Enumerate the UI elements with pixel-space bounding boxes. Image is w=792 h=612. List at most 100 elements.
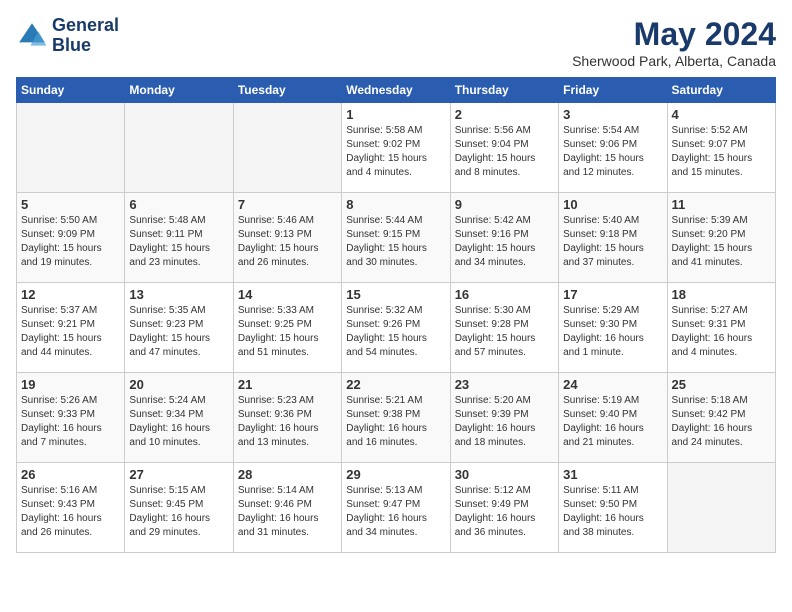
calendar-cell: 16 Sunrise: 5:30 AM Sunset: 9:28 PM Dayli… xyxy=(450,283,558,373)
calendar-cell: 28 Sunrise: 5:14 AM Sunset: 9:46 PM Dayli… xyxy=(233,463,341,553)
month-title: May 2024 xyxy=(572,16,776,53)
calendar-cell: 3 Sunrise: 5:54 AM Sunset: 9:06 PM Daylig… xyxy=(559,103,667,193)
calendar-cell: 6Sunrise: 5:48 AM Sunset: 9:11 PM Daylig… xyxy=(125,193,233,283)
day-number: 12 xyxy=(21,287,120,302)
day-info: Sunrise: 5:21 AM Sunset: 9:38 PM Dayligh… xyxy=(346,394,445,450)
day-number: 17 xyxy=(563,287,662,302)
day-info: Sunrise: 5:26 AM Sunset: 9:33 PM Dayligh… xyxy=(21,394,120,450)
day-info: Sunrise: 5:15 AM Sunset: 9:45 PM Dayligh… xyxy=(129,484,228,540)
calendar-cell: 12 Sunrise: 5:37 AM Sunset: 9:21 PM Dayli… xyxy=(17,283,125,373)
day-number: 8 xyxy=(346,197,445,212)
day-info: Sunrise: 5:13 AM Sunset: 9:47 PM Dayligh… xyxy=(346,484,445,540)
day-info: Sunrise: 5:33 AM Sunset: 9:25 PM Dayligh… xyxy=(238,304,337,360)
calendar-week-row: 19 Sunrise: 5:26 AM Sunset: 9:33 PM Dayli… xyxy=(17,373,776,463)
day-number: 1 xyxy=(346,107,445,122)
calendar-cell: 10 Sunrise: 5:40 AM Sunset: 9:18 PM Dayli… xyxy=(559,193,667,283)
calendar-cell: 22 Sunrise: 5:21 AM Sunset: 9:38 PM Dayli… xyxy=(342,373,450,463)
calendar-cell: 17Sunrise: 5:29 AM Sunset: 9:30 PM Dayli… xyxy=(559,283,667,373)
day-number: 2 xyxy=(455,107,554,122)
day-number: 20 xyxy=(129,377,228,392)
calendar-cell: 5 Sunrise: 5:50 AM Sunset: 9:09 PM Daylig… xyxy=(17,193,125,283)
calendar-cell xyxy=(233,103,341,193)
day-info: Sunrise: 5:27 AM Sunset: 9:31 PM Dayligh… xyxy=(672,304,771,360)
day-number: 25 xyxy=(672,377,771,392)
day-number: 6 xyxy=(129,197,228,212)
day-info: Sunrise: 5:40 AM Sunset: 9:18 PM Dayligh… xyxy=(563,214,662,270)
calendar-cell: 9Sunrise: 5:42 AM Sunset: 9:16 PM Daylig… xyxy=(450,193,558,283)
calendar-week-row: 26 Sunrise: 5:16 AM Sunset: 9:43 PM Dayli… xyxy=(17,463,776,553)
day-number: 7 xyxy=(238,197,337,212)
day-info: Sunrise: 5:37 AM Sunset: 9:21 PM Dayligh… xyxy=(21,304,120,360)
calendar-cell: 25 Sunrise: 5:18 AM Sunset: 9:42 PM Dayli… xyxy=(667,373,775,463)
title-block: May 2024 Sherwood Park, Alberta, Canada xyxy=(572,16,776,69)
day-info: Sunrise: 5:16 AM Sunset: 9:43 PM Dayligh… xyxy=(21,484,120,540)
weekday-header: Tuesday xyxy=(233,78,341,103)
day-number: 18 xyxy=(672,287,771,302)
day-number: 4 xyxy=(672,107,771,122)
calendar-cell: 19 Sunrise: 5:26 AM Sunset: 9:33 PM Dayli… xyxy=(17,373,125,463)
day-info: Sunrise: 5:11 AM Sunset: 9:50 PM Dayligh… xyxy=(563,484,662,540)
day-info: Sunrise: 5:14 AM Sunset: 9:46 PM Dayligh… xyxy=(238,484,337,540)
day-info: Sunrise: 5:39 AM Sunset: 9:20 PM Dayligh… xyxy=(672,214,771,270)
calendar-cell: 7 Sunrise: 5:46 AM Sunset: 9:13 PM Daylig… xyxy=(233,193,341,283)
calendar-cell xyxy=(125,103,233,193)
day-info: Sunrise: 5:19 AM Sunset: 9:40 PM Dayligh… xyxy=(563,394,662,450)
weekday-header: Saturday xyxy=(667,78,775,103)
calendar-cell: 14 Sunrise: 5:33 AM Sunset: 9:25 PM Dayli… xyxy=(233,283,341,373)
day-info: Sunrise: 5:32 AM Sunset: 9:26 PM Dayligh… xyxy=(346,304,445,360)
calendar-cell: 4 Sunrise: 5:52 AM Sunset: 9:07 PM Daylig… xyxy=(667,103,775,193)
calendar-week-row: 12 Sunrise: 5:37 AM Sunset: 9:21 PM Dayli… xyxy=(17,283,776,373)
calendar-cell: 30 Sunrise: 5:12 AM Sunset: 9:49 PM Dayli… xyxy=(450,463,558,553)
day-number: 16 xyxy=(455,287,554,302)
day-number: 30 xyxy=(455,467,554,482)
day-info: Sunrise: 5:30 AM Sunset: 9:28 PM Dayligh… xyxy=(455,304,554,360)
calendar-table: SundayMondayTuesdayWednesdayThursdayFrid… xyxy=(16,77,776,553)
day-info: Sunrise: 5:35 AM Sunset: 9:23 PM Dayligh… xyxy=(129,304,228,360)
calendar-cell: 27Sunrise: 5:15 AM Sunset: 9:45 PM Dayli… xyxy=(125,463,233,553)
calendar-cell: 11 Sunrise: 5:39 AM Sunset: 9:20 PM Dayli… xyxy=(667,193,775,283)
day-number: 23 xyxy=(455,377,554,392)
calendar-cell: 2 Sunrise: 5:56 AM Sunset: 9:04 PM Daylig… xyxy=(450,103,558,193)
day-number: 10 xyxy=(563,197,662,212)
day-number: 21 xyxy=(238,377,337,392)
calendar-cell: 26 Sunrise: 5:16 AM Sunset: 9:43 PM Dayli… xyxy=(17,463,125,553)
calendar-cell: 8 Sunrise: 5:44 AM Sunset: 9:15 PM Daylig… xyxy=(342,193,450,283)
day-info: Sunrise: 5:54 AM Sunset: 9:06 PM Dayligh… xyxy=(563,124,662,180)
day-info: Sunrise: 5:56 AM Sunset: 9:04 PM Dayligh… xyxy=(455,124,554,180)
day-info: Sunrise: 5:12 AM Sunset: 9:49 PM Dayligh… xyxy=(455,484,554,540)
location: Sherwood Park, Alberta, Canada xyxy=(572,53,776,69)
calendar-cell: 24 Sunrise: 5:19 AM Sunset: 9:40 PM Dayli… xyxy=(559,373,667,463)
day-info: Sunrise: 5:50 AM Sunset: 9:09 PM Dayligh… xyxy=(21,214,120,270)
day-number: 31 xyxy=(563,467,662,482)
day-number: 3 xyxy=(563,107,662,122)
day-info: Sunrise: 5:20 AM Sunset: 9:39 PM Dayligh… xyxy=(455,394,554,450)
day-number: 28 xyxy=(238,467,337,482)
weekday-header: Wednesday xyxy=(342,78,450,103)
weekday-header: Sunday xyxy=(17,78,125,103)
calendar-week-row: 1 Sunrise: 5:58 AM Sunset: 9:02 PM Daylig… xyxy=(17,103,776,193)
day-number: 29 xyxy=(346,467,445,482)
day-number: 19 xyxy=(21,377,120,392)
day-info: Sunrise: 5:52 AM Sunset: 9:07 PM Dayligh… xyxy=(672,124,771,180)
day-number: 9 xyxy=(455,197,554,212)
day-number: 26 xyxy=(21,467,120,482)
calendar-cell xyxy=(17,103,125,193)
calendar-cell xyxy=(667,463,775,553)
calendar-cell: 15 Sunrise: 5:32 AM Sunset: 9:26 PM Dayli… xyxy=(342,283,450,373)
day-info: Sunrise: 5:58 AM Sunset: 9:02 PM Dayligh… xyxy=(346,124,445,180)
day-info: Sunrise: 5:18 AM Sunset: 9:42 PM Dayligh… xyxy=(672,394,771,450)
calendar-cell: 31 Sunrise: 5:11 AM Sunset: 9:50 PM Dayli… xyxy=(559,463,667,553)
day-info: Sunrise: 5:24 AM Sunset: 9:34 PM Dayligh… xyxy=(129,394,228,450)
calendar-cell: 13Sunrise: 5:35 AM Sunset: 9:23 PM Dayli… xyxy=(125,283,233,373)
day-info: Sunrise: 5:46 AM Sunset: 9:13 PM Dayligh… xyxy=(238,214,337,270)
day-number: 14 xyxy=(238,287,337,302)
logo-text: General Blue xyxy=(52,16,119,56)
day-number: 24 xyxy=(563,377,662,392)
day-number: 15 xyxy=(346,287,445,302)
calendar-cell: 1 Sunrise: 5:58 AM Sunset: 9:02 PM Daylig… xyxy=(342,103,450,193)
day-number: 22 xyxy=(346,377,445,392)
day-info: Sunrise: 5:44 AM Sunset: 9:15 PM Dayligh… xyxy=(346,214,445,270)
calendar-cell: 29 Sunrise: 5:13 AM Sunset: 9:47 PM Dayli… xyxy=(342,463,450,553)
day-number: 11 xyxy=(672,197,771,212)
day-number: 5 xyxy=(21,197,120,212)
